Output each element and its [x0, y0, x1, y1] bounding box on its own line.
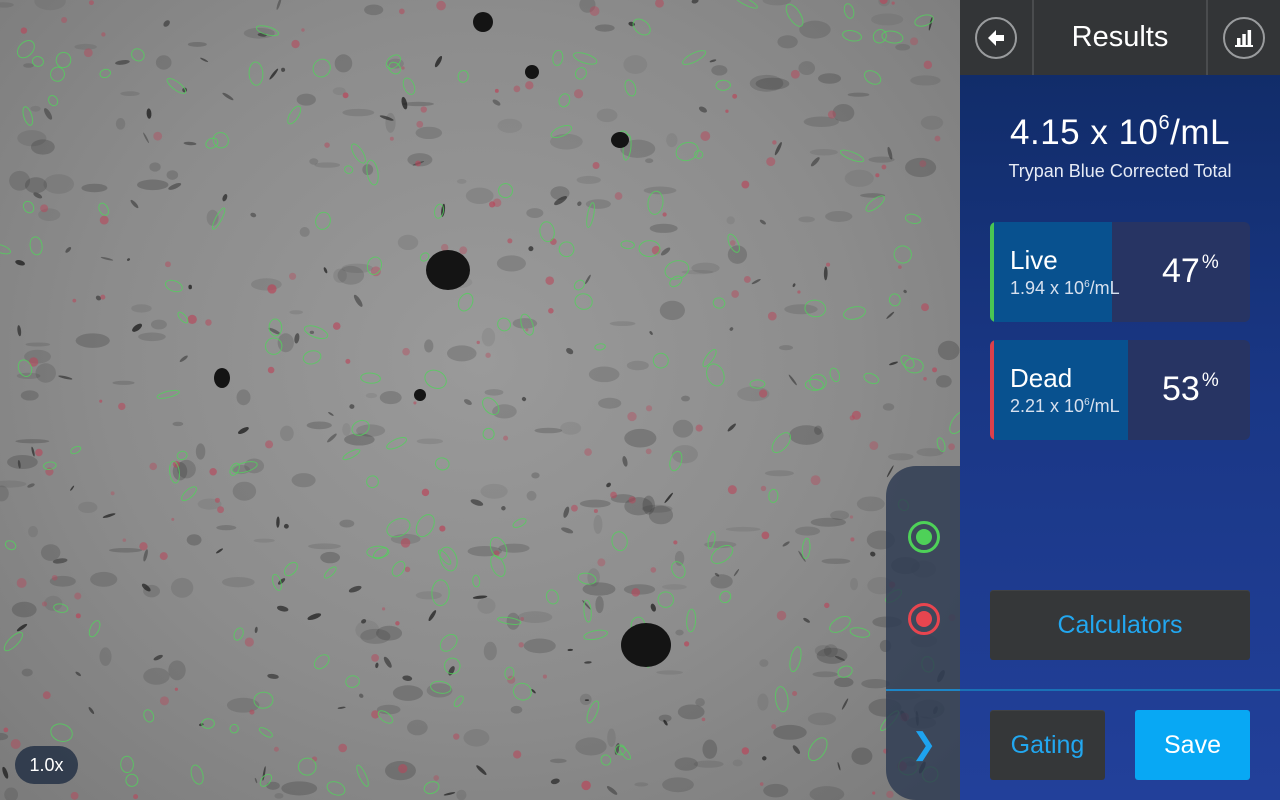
cell-image-view[interactable]: 1.0x	[0, 0, 960, 800]
live-label: Live	[1010, 245, 1058, 275]
dead-percent-value: 53	[1162, 370, 1200, 408]
panel-divider	[960, 689, 1280, 691]
chevron-right-icon: ❯	[911, 727, 937, 761]
dead-overlay-toggle-button[interactable]	[908, 603, 940, 635]
total-concentration-unit: /mL	[1170, 113, 1230, 152]
bar-chart-icon	[1223, 16, 1265, 59]
live-percent-value: 47	[1162, 252, 1200, 290]
live-overlay-toggle-button[interactable]	[908, 521, 940, 553]
dead-accent-bar	[990, 340, 994, 440]
save-button[interactable]: Save	[1135, 710, 1250, 780]
live-cells-card: Live 1.94 x 106/mL 47%	[990, 222, 1250, 322]
dead-percent-sign: %	[1201, 370, 1219, 391]
dead-label: Dead	[1010, 363, 1073, 393]
back-button[interactable]	[960, 0, 1034, 75]
live-overlay-radio-icon	[916, 529, 932, 545]
calculators-button[interactable]: Calculators	[990, 590, 1250, 660]
live-accent-bar	[990, 222, 994, 322]
results-panel: Results 4.15 x 106/mL Trypan Blue Correc…	[960, 0, 1280, 800]
overlay-toggle-strip: ❯	[886, 466, 960, 800]
dead-cells-card: Dead 2.21 x 106/mL 53%	[990, 340, 1250, 440]
live-concentration-base: 1.94 x 10	[1010, 278, 1085, 298]
total-concentration-base: 4.15 x 10	[1010, 113, 1159, 152]
dead-overlay-radio-icon	[916, 611, 932, 627]
zoom-level-indicator[interactable]: 1.0x	[15, 746, 78, 784]
page-title: Results	[1071, 21, 1169, 53]
strip-divider	[886, 689, 960, 691]
total-concentration: 4.15 x 106/mL	[960, 112, 1280, 153]
dead-concentration-unit: /mL	[1089, 396, 1120, 416]
gating-button[interactable]: Gating	[990, 710, 1105, 780]
cell-image-overlay	[0, 0, 960, 800]
expand-panel-button[interactable]: ❯	[906, 724, 942, 764]
live-percent-sign: %	[1201, 252, 1219, 273]
panel-header: Results	[960, 0, 1280, 75]
total-concentration-exponent: 6	[1158, 112, 1171, 134]
dead-concentration: 2.21 x 106/mL	[1010, 396, 1120, 417]
dead-percent: 53%	[1162, 370, 1219, 409]
total-caption: Trypan Blue Corrected Total	[1008, 161, 1232, 181]
back-arrow-icon	[975, 16, 1017, 59]
live-percent: 47%	[1162, 252, 1219, 291]
chart-view-button[interactable]	[1206, 0, 1280, 75]
live-concentration-unit: /mL	[1089, 278, 1120, 298]
live-concentration: 1.94 x 106/mL	[1010, 278, 1120, 299]
dead-concentration-base: 2.21 x 10	[1010, 396, 1085, 416]
